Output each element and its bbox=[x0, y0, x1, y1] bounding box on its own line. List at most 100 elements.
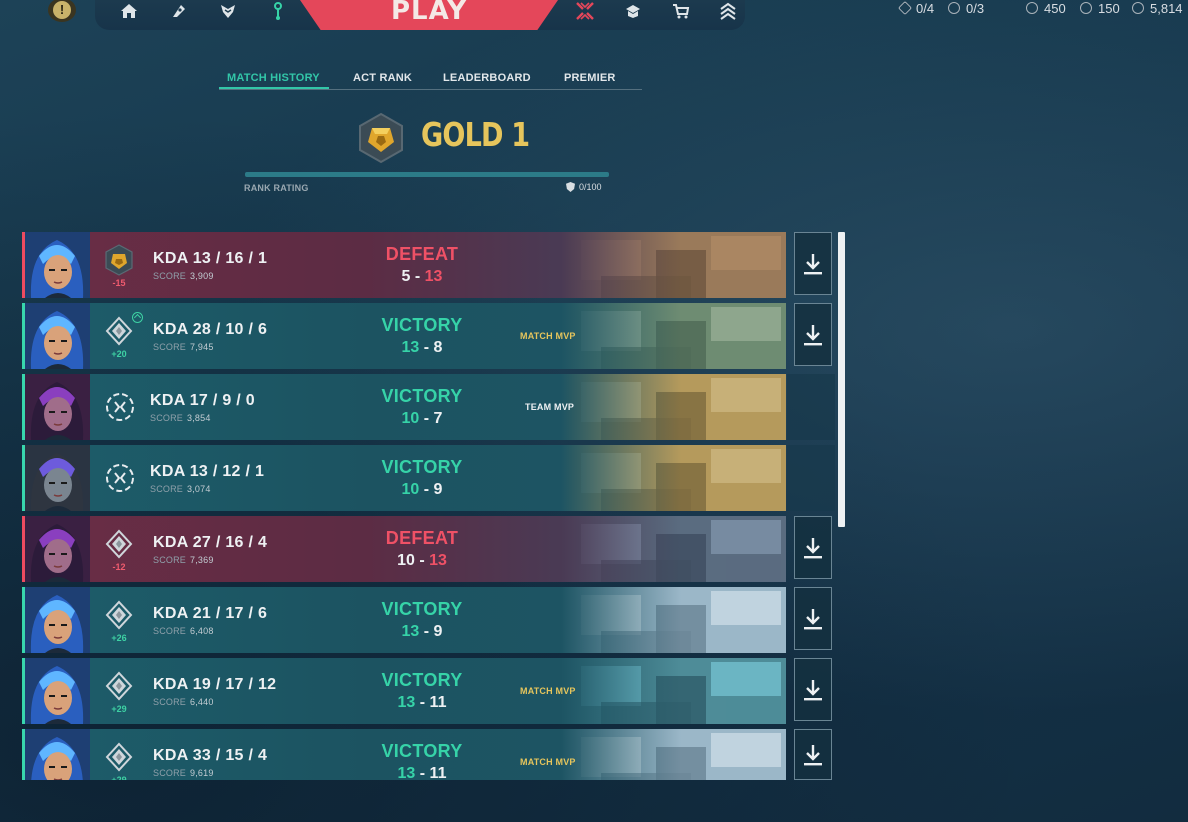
download-replay-button[interactable] bbox=[794, 232, 832, 295]
download-replay-button[interactable] bbox=[794, 516, 832, 579]
score-label: SCORE bbox=[150, 413, 184, 423]
score: SCORE 3,074 bbox=[150, 484, 211, 494]
mvp-badge: MATCH MVP bbox=[520, 331, 576, 341]
rank-icon[interactable] bbox=[715, 0, 741, 22]
match-history-list[interactable]: -15 KDA 13 / 16 / 1 SCORE 3,909 DEFEAT 5 … bbox=[22, 232, 788, 780]
match-result: VICTORY bbox=[381, 315, 463, 335]
score: SCORE 3,909 bbox=[153, 271, 214, 281]
opponent-rounds: 7 bbox=[433, 410, 443, 427]
score-value: 7,369 bbox=[190, 555, 214, 565]
play-button[interactable]: PLAY bbox=[300, 0, 558, 30]
top-bar: ! PLAY 0/4 0/3 450 150 5,814 bbox=[0, 0, 1188, 30]
currency-value: 450 bbox=[1044, 0, 1066, 16]
rank-rating-number: 0/100 bbox=[579, 182, 602, 192]
download-replay-button[interactable] bbox=[794, 587, 832, 650]
download-icon bbox=[804, 537, 822, 558]
rank-up-icon bbox=[132, 312, 143, 323]
kda: KDA 28 / 10 / 6 bbox=[153, 321, 268, 338]
round-score: 10 - 9 bbox=[367, 481, 477, 499]
own-rounds: 13 bbox=[401, 339, 420, 356]
round-score: 13 - 9 bbox=[367, 623, 477, 641]
shield-icon bbox=[566, 182, 575, 192]
score-separator: - bbox=[419, 339, 434, 356]
tab-premier[interactable]: PREMIER bbox=[564, 72, 616, 84]
score-separator: - bbox=[419, 410, 434, 427]
agent-portrait bbox=[25, 729, 90, 780]
agents-icon[interactable] bbox=[215, 0, 241, 22]
own-rounds: 13 bbox=[401, 623, 420, 640]
download-placeholder bbox=[787, 374, 835, 440]
rr-change: +29 bbox=[111, 704, 127, 714]
collection-icon[interactable] bbox=[620, 0, 646, 22]
score: SCORE 6,408 bbox=[153, 626, 214, 636]
agent-portrait bbox=[25, 374, 90, 440]
radianite-icon bbox=[1080, 2, 1092, 14]
own-rounds: 10 bbox=[401, 481, 420, 498]
score-value: 6,440 bbox=[190, 697, 214, 707]
map-thumbnail bbox=[561, 303, 786, 369]
download-placeholder bbox=[787, 445, 835, 511]
scrollbar[interactable] bbox=[838, 232, 845, 527]
score-value: 3,909 bbox=[190, 271, 214, 281]
kda: KDA 27 / 16 / 4 bbox=[153, 534, 268, 551]
match-row[interactable]: KDA 13 / 12 / 1 SCORE 3,074 VICTORY 10 - … bbox=[22, 445, 786, 511]
tab-leaderboard[interactable]: LEADERBOARD bbox=[443, 72, 531, 84]
match-row[interactable]: -15 KDA 13 / 16 / 1 SCORE 3,909 DEFEAT 5 … bbox=[22, 232, 786, 298]
home-icon[interactable] bbox=[116, 0, 142, 22]
download-replay-button[interactable] bbox=[794, 658, 832, 721]
match-result: VICTORY bbox=[381, 599, 463, 619]
map-thumbnail bbox=[561, 445, 786, 511]
download-icon bbox=[804, 608, 822, 629]
match-row[interactable]: +26 KDA 21 / 17 / 6 SCORE 6,408 VICTORY 1… bbox=[22, 587, 786, 653]
kingdom-points-icon bbox=[1132, 2, 1144, 14]
warning-icon[interactable]: ! bbox=[48, 0, 76, 22]
score-separator: - bbox=[410, 268, 425, 285]
currency-valorant-points[interactable]: 450 bbox=[1026, 0, 1066, 16]
rr-change: +26 bbox=[111, 633, 127, 643]
match-result: DEFEAT bbox=[385, 528, 459, 548]
map-thumbnail bbox=[561, 658, 786, 724]
match-row[interactable]: +29 KDA 19 / 17 / 12 SCORE 6,440 VICTORY … bbox=[22, 658, 786, 724]
agent-portrait bbox=[25, 232, 90, 298]
match-result: VICTORY bbox=[381, 670, 463, 690]
match-row[interactable]: -12 KDA 27 / 16 / 4 SCORE 7,369 DEFEAT 10… bbox=[22, 516, 786, 582]
score-separator: - bbox=[415, 765, 430, 780]
currency-kingdom-points[interactable]: 5,814 bbox=[1132, 0, 1183, 16]
store-icon[interactable] bbox=[668, 0, 694, 22]
score-separator: - bbox=[415, 694, 430, 711]
own-rounds: 10 bbox=[397, 552, 415, 569]
score-value: 7,945 bbox=[190, 342, 214, 352]
match-row[interactable]: +29 KDA 33 / 15 / 4 SCORE 9,619 VICTORY 1… bbox=[22, 729, 786, 780]
download-replay-button[interactable] bbox=[794, 303, 832, 366]
currency-kingdom-credits: 0/4 bbox=[897, 0, 935, 16]
agent-portrait bbox=[25, 587, 90, 653]
currency-radianite[interactable]: 150 bbox=[1080, 0, 1120, 16]
score-label: SCORE bbox=[153, 555, 187, 565]
score-label: SCORE bbox=[153, 768, 187, 778]
tab-match-history[interactable]: MATCH HISTORY bbox=[227, 72, 320, 84]
own-rounds: 13 bbox=[397, 694, 416, 711]
battlepass-icon[interactable] bbox=[166, 0, 192, 22]
rr-change: +29 bbox=[111, 775, 127, 780]
own-rounds: 13 bbox=[397, 765, 416, 780]
currency-value: 0/4 bbox=[916, 0, 935, 16]
map-thumbnail bbox=[561, 587, 786, 653]
kda: KDA 21 / 17 / 6 bbox=[153, 605, 268, 622]
score-value: 3,074 bbox=[187, 484, 211, 494]
nav-group-right bbox=[560, 0, 745, 30]
match-row[interactable]: KDA 17 / 9 / 0 SCORE 3,854 VICTORY 10 - 7… bbox=[22, 374, 786, 440]
opponent-rounds: 8 bbox=[433, 339, 443, 356]
tab-act-rank[interactable]: ACT RANK bbox=[353, 72, 412, 84]
free-agent-icon bbox=[948, 2, 960, 14]
download-icon bbox=[804, 744, 822, 765]
gold-rank-icon bbox=[104, 244, 134, 276]
opponent-rounds: 11 bbox=[429, 765, 447, 780]
kda: KDA 13 / 16 / 1 bbox=[153, 250, 268, 267]
career-icon[interactable] bbox=[265, 0, 291, 22]
download-replay-button[interactable] bbox=[794, 729, 832, 780]
match-row[interactable]: +20 KDA 28 / 10 / 6 SCORE 7,945 VICTORY 1… bbox=[22, 303, 786, 369]
crosshair-icon[interactable] bbox=[572, 0, 598, 22]
download-icon bbox=[804, 253, 822, 274]
silver-rank-icon bbox=[104, 315, 134, 347]
valorant-points-icon bbox=[1026, 2, 1038, 14]
